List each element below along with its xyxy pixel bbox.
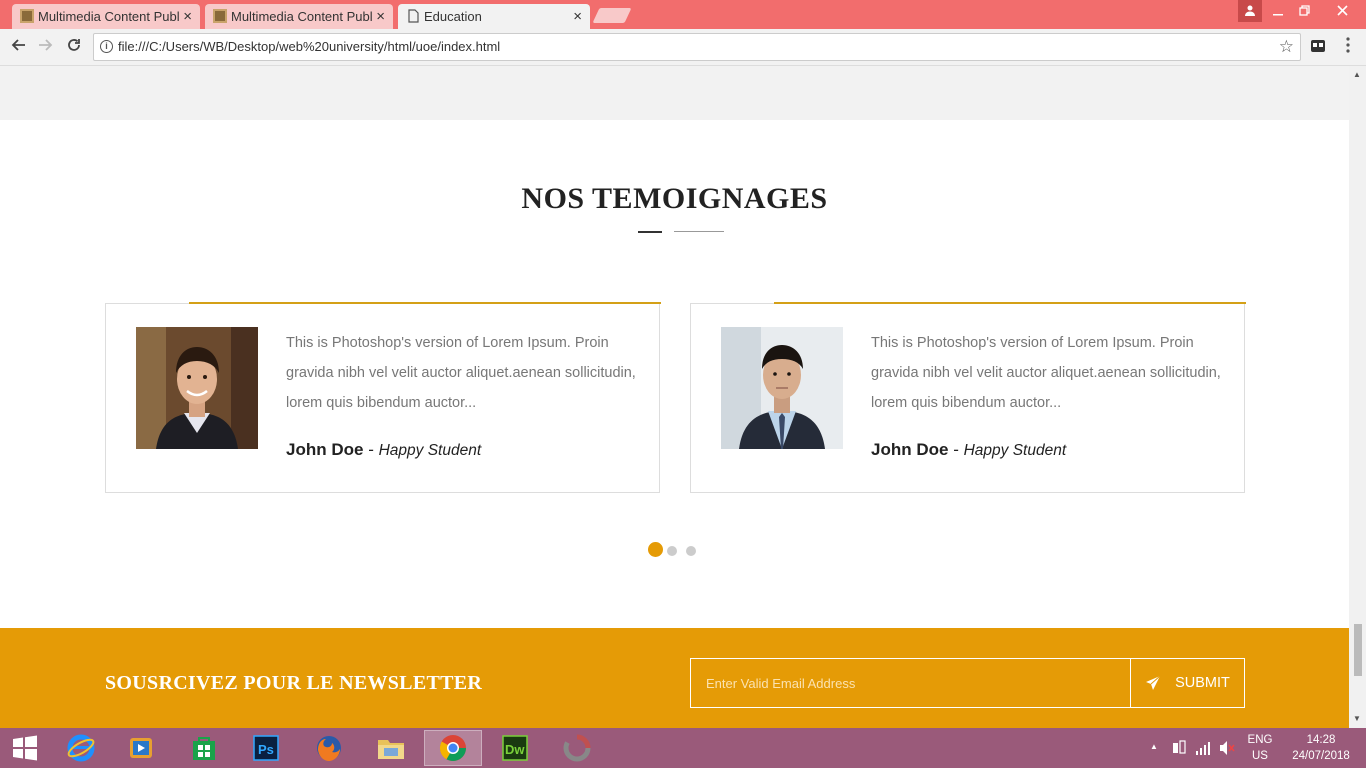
browser-tab-strip: Multimedia Content Publ × Multimedia Con…: [0, 0, 1366, 29]
testimonial-author: John Doe - Happy Student: [286, 440, 481, 460]
vertical-scrollbar[interactable]: ▲ ▼: [1349, 66, 1366, 728]
clock-time: 14:28: [1306, 734, 1336, 746]
back-arrow-icon[interactable]: [8, 37, 28, 57]
close-tab-icon[interactable]: ×: [183, 8, 192, 25]
show-hidden-icons-icon[interactable]: ▲: [1150, 742, 1158, 751]
author-separator: -: [953, 440, 964, 459]
author-name: John Doe: [286, 440, 364, 459]
app-loading-icon[interactable]: [548, 730, 606, 766]
browser-menu-icon[interactable]: [1341, 37, 1355, 57]
close-window-icon[interactable]: [1328, 0, 1356, 22]
author-name: John Doe: [871, 440, 949, 459]
submit-label: SUBMIT: [1175, 675, 1230, 691]
windows-taskbar: Ps Dw ▲ ENG US 14:28 24/07/2018: [0, 728, 1366, 768]
extension-icon[interactable]: [1310, 38, 1326, 54]
restore-window-icon[interactable]: [1292, 0, 1316, 22]
testimonial-author: John Doe - Happy Student: [871, 440, 1066, 460]
volume-muted-icon[interactable]: [1219, 739, 1235, 762]
smiling-man-photo: [136, 327, 258, 449]
new-tab-button[interactable]: [592, 8, 632, 23]
site-info-icon[interactable]: i: [100, 40, 113, 53]
tab-title: Multimedia Content Publ: [38, 9, 180, 24]
system-clock[interactable]: 14:28 24/07/2018: [1285, 732, 1357, 764]
carousel-dot-active[interactable]: [648, 542, 663, 557]
tab-title: Multimedia Content Publ: [231, 9, 373, 24]
testimonial-quote: This is Photoshop's version of Lorem Ips…: [871, 335, 1221, 411]
previous-section-bottom: [0, 66, 1349, 120]
region-code: US: [1252, 750, 1268, 762]
media-player-icon[interactable]: [112, 730, 170, 766]
newsletter-section: SOUSRCIVEZ POUR LE NEWSLETTER SUBMIT: [0, 628, 1349, 728]
submit-button[interactable]: SUBMIT: [1130, 658, 1245, 708]
forward-arrow-icon[interactable]: [36, 37, 56, 57]
carousel-dot[interactable]: [686, 546, 696, 556]
user-profile-icon[interactable]: [1238, 0, 1262, 22]
windows-store-icon[interactable]: [175, 730, 233, 766]
card-accent-line: [774, 302, 1246, 304]
author-role: Happy Student: [378, 442, 482, 459]
dreamweaver-icon[interactable]: Dw: [486, 730, 544, 766]
address-bar[interactable]: i file:///C:/Users/WB/Desktop/web%20univ…: [93, 33, 1301, 61]
author-separator: -: [368, 440, 379, 459]
tab-title: Education: [424, 9, 482, 24]
chrome-icon[interactable]: [424, 730, 482, 766]
bookmark-star-icon[interactable]: ☆: [1279, 34, 1294, 60]
browser-tab[interactable]: Multimedia Content Publ ×: [205, 4, 393, 29]
language-code: ENG: [1247, 734, 1273, 746]
page-viewport: NOS TEMOIGNAGES This is Photoshop's vers…: [0, 66, 1349, 728]
svg-text:Dw: Dw: [505, 742, 525, 757]
close-tab-icon[interactable]: ×: [573, 8, 582, 25]
scroll-down-arrow-icon[interactable]: ▼: [1353, 714, 1361, 723]
paper-plane-icon: [1146, 675, 1161, 690]
network-icon[interactable]: [1171, 739, 1187, 762]
businessman-photo: [721, 327, 843, 449]
testimonial-card: This is Photoshop's version of Lorem Ips…: [690, 302, 1246, 493]
close-tab-icon[interactable]: ×: [376, 8, 385, 25]
page-favicon-icon: [213, 9, 227, 23]
scroll-up-arrow-icon[interactable]: ▲: [1353, 70, 1361, 79]
browser-toolbar: i file:///C:/Users/WB/Desktop/web%20univ…: [0, 29, 1366, 66]
title-underline: [638, 231, 662, 233]
browser-tab-active[interactable]: Education ×: [398, 4, 590, 29]
internet-explorer-icon[interactable]: [52, 730, 110, 766]
document-icon: [408, 9, 419, 23]
file-explorer-icon[interactable]: [362, 730, 420, 766]
newsletter-title: SOUSRCIVEZ POUR LE NEWSLETTER: [105, 672, 483, 694]
testimonial-card: This is Photoshop's version of Lorem Ips…: [105, 302, 661, 493]
photoshop-icon[interactable]: Ps: [237, 730, 295, 766]
section-title: NOS TEMOIGNAGES: [521, 182, 828, 215]
firefox-icon[interactable]: [300, 730, 358, 766]
carousel-dot[interactable]: [667, 546, 677, 556]
testimonial-quote: This is Photoshop's version of Lorem Ips…: [286, 335, 636, 411]
minimize-window-icon[interactable]: [1266, 0, 1290, 22]
svg-text:Ps: Ps: [258, 742, 274, 757]
author-role: Happy Student: [963, 442, 1067, 459]
email-input[interactable]: [690, 658, 1131, 708]
reload-icon[interactable]: [64, 37, 84, 57]
signal-icon[interactable]: [1195, 739, 1211, 762]
page-favicon-icon: [20, 9, 34, 23]
windows-start-icon[interactable]: [0, 730, 50, 766]
url-text: file:///C:/Users/WB/Desktop/web%20univer…: [118, 39, 501, 54]
card-accent-line: [189, 302, 661, 304]
clock-date: 24/07/2018: [1292, 750, 1350, 762]
language-indicator[interactable]: ENG US: [1243, 732, 1277, 764]
title-underline: [674, 231, 724, 232]
browser-tab[interactable]: Multimedia Content Publ ×: [12, 4, 200, 29]
scrollbar-thumb[interactable]: [1354, 624, 1362, 676]
